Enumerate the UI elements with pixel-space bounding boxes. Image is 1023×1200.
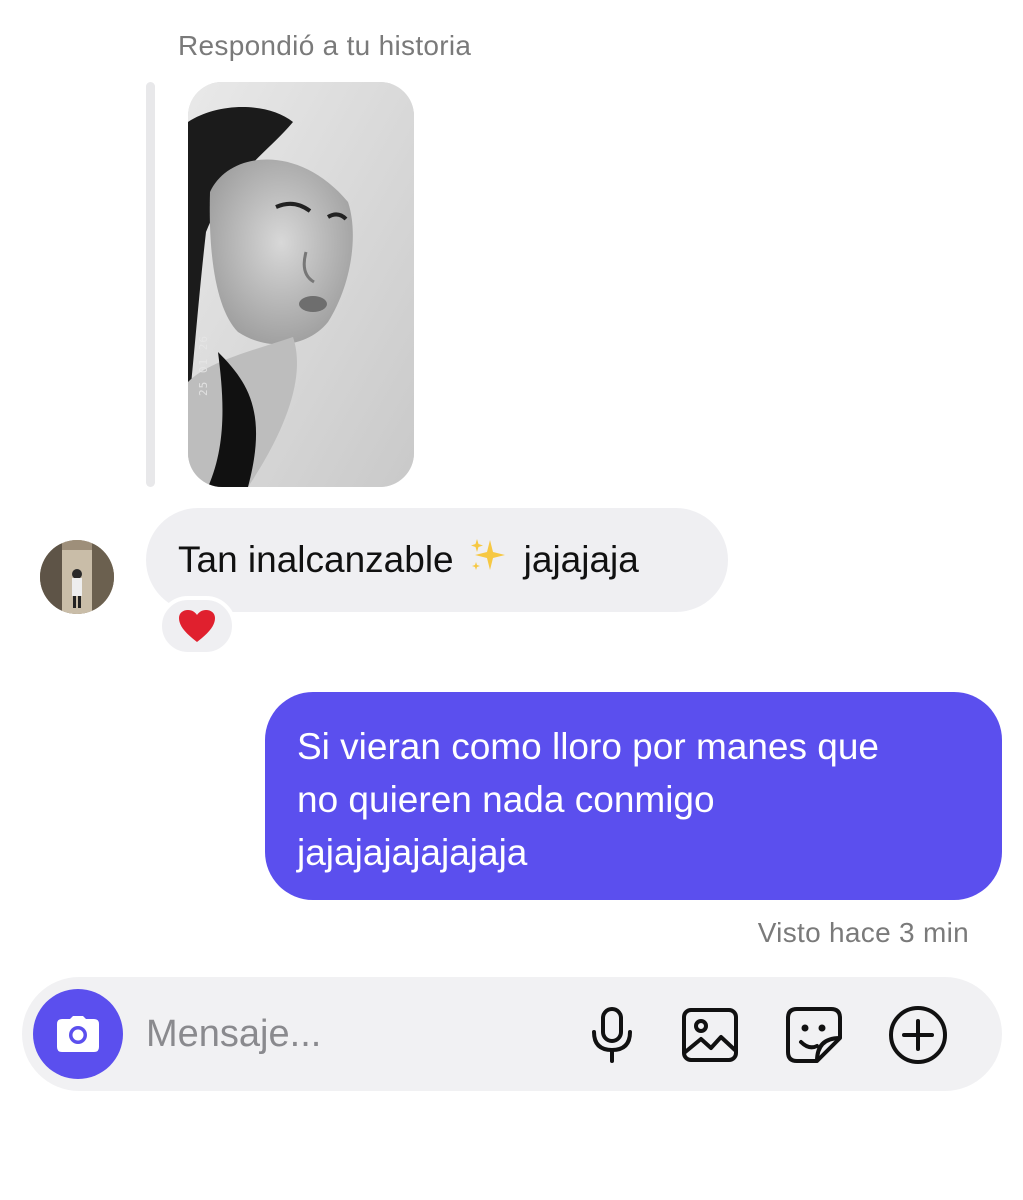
story-thumbnail[interactable] <box>188 82 414 487</box>
add-button[interactable] <box>887 1004 949 1066</box>
outgoing-message-line: no quieren nada conmigo <box>297 779 715 820</box>
message-input[interactable] <box>146 1009 526 1059</box>
outgoing-message-line: jajajajajajajaja <box>297 832 528 873</box>
incoming-message-text-start: Tan inalcanzable <box>178 539 454 580</box>
outgoing-message-line: Si vieran como lloro por manes que <box>297 726 880 767</box>
microphone-button[interactable] <box>581 1004 643 1066</box>
sticker-button[interactable] <box>783 1004 845 1066</box>
incoming-message-bubble[interactable]: Tan inalcanzable jajajaja <box>146 508 728 612</box>
story-reply-header: Respondió a tu historia <box>178 30 472 61</box>
sticker-icon <box>786 1007 842 1063</box>
camera-button[interactable] <box>33 989 123 1079</box>
microphone-icon <box>592 1007 632 1063</box>
camera-icon <box>57 1016 99 1052</box>
story-date-stamp: 25 01 26 <box>197 335 210 396</box>
seen-status: Visto hace 3 min <box>757 917 969 948</box>
sender-avatar[interactable] <box>40 540 114 614</box>
add-icon <box>889 1006 947 1064</box>
outgoing-message-bubble[interactable]: Si vieran como lloro por manes que no qu… <box>265 692 1002 900</box>
heart-icon <box>179 610 215 642</box>
gallery-button[interactable] <box>679 1004 741 1066</box>
heart-reaction[interactable] <box>158 596 236 656</box>
gallery-icon <box>682 1008 738 1062</box>
reply-indicator-bar <box>146 82 155 487</box>
sparkles-emoji <box>468 536 508 585</box>
incoming-message-text-end: jajajaja <box>523 539 639 580</box>
